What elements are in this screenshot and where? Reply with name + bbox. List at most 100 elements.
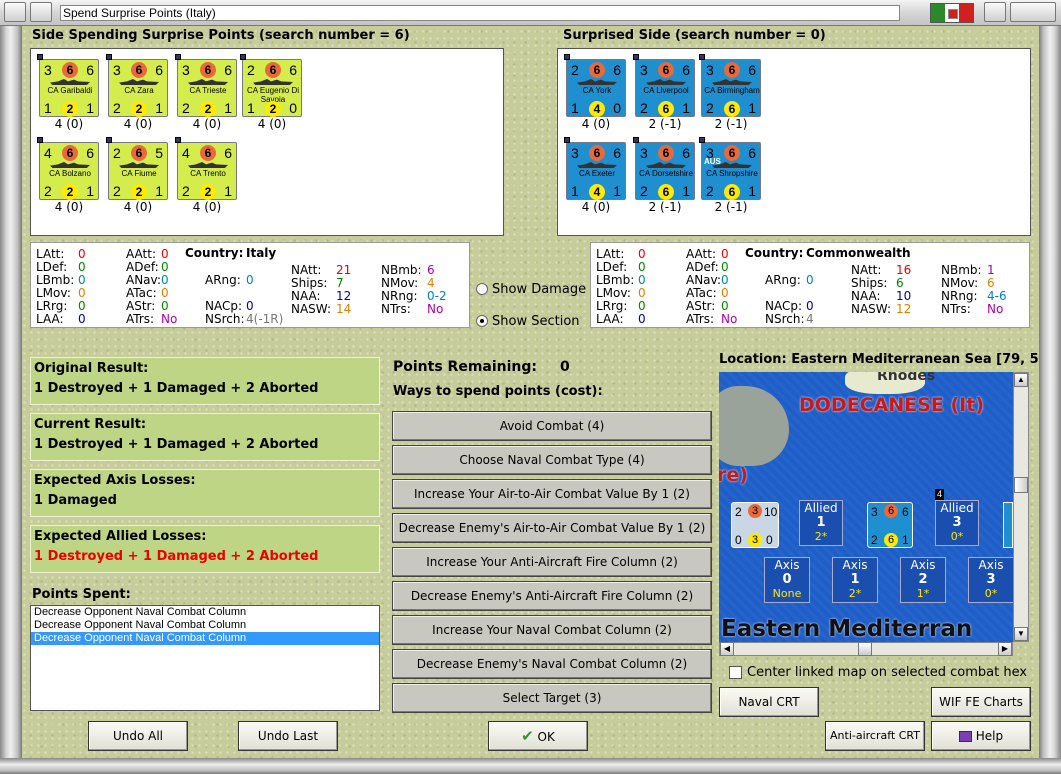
defender-units-box: 2 6 6 CA York 1 4 0 4 (0) 3 6 6 CA Liverpool 2 6 1 2 (-… xyxy=(557,48,1031,236)
unit-counter[interactable]: 3 6 6 CA Zara 2 2 1 xyxy=(106,54,168,117)
decrease-enemy-air-to-air-button[interactable]: Decrease Enemy's Air-to-Air Combat Value… xyxy=(392,513,712,543)
map-horizontal-scrollbar[interactable]: ◀ ▶ xyxy=(719,642,1013,656)
points-remaining-value: 0 xyxy=(560,359,570,375)
undo-all-button[interactable]: Undo All xyxy=(88,721,188,751)
unit-counter[interactable]: 3 6 6 AUS CA Shropshire 2 6 1 xyxy=(699,137,761,200)
help-button[interactable]: Help xyxy=(931,721,1031,751)
unit-strength-label: 4 (0) xyxy=(581,200,611,214)
counter-top-right: 6 xyxy=(748,145,756,161)
unit-counter[interactable]: 2 6 6 CA York 1 4 0 xyxy=(564,54,626,117)
stat-label-ntrs: NTrs: xyxy=(381,302,411,316)
unit-counter[interactable]: 3 6 6 CA Exeter 1 4 1 xyxy=(564,137,626,200)
counter-top-right: 6 xyxy=(748,62,756,78)
minimize-button[interactable] xyxy=(30,2,52,22)
scroll-thumb[interactable] xyxy=(1014,477,1028,493)
increase-aa-fire-button[interactable]: Increase Your Anti-Aircraft Fire Column … xyxy=(392,547,712,577)
map-vertical-scrollbar[interactable]: ▲ ▼ xyxy=(1013,372,1029,642)
scroll-up-arrow-icon[interactable]: ▲ xyxy=(1014,373,1028,387)
naval-crt-button[interactable]: Naval CRT xyxy=(719,687,819,717)
system-menu-button[interactable] xyxy=(4,2,26,22)
checkmark-icon: ✔ xyxy=(521,727,534,745)
allied-section-1[interactable]: Allied 1 2* xyxy=(799,500,843,546)
unit-counter[interactable]: 3 6 6 CA Birmingham 2 6 1 xyxy=(699,54,761,117)
wif-fe-charts-button[interactable]: WIF FE Charts xyxy=(931,687,1031,717)
stat-value-lrrg: 0 xyxy=(78,299,86,313)
list-item[interactable]: Decrease Opponent Naval Combat Column xyxy=(31,606,379,619)
counter-attack-value: 6 xyxy=(62,62,78,78)
scroll-left-arrow-icon[interactable]: ◀ xyxy=(720,642,734,656)
axis-section-3[interactable]: Axis 3 0* xyxy=(968,557,1013,603)
axis-section-1[interactable]: Axis 1 2* xyxy=(832,557,878,603)
counter-bottom-right: 1 xyxy=(748,100,756,116)
unit-counter[interactable]: 3 6 6 CA Dorsetshire 2 6 1 xyxy=(633,137,695,200)
stat-value-atrs: No xyxy=(161,312,178,326)
stat-label-nbmb: NBmb: xyxy=(381,263,422,277)
ok-button[interactable]: ✔ OK xyxy=(488,721,588,751)
axis-section-2[interactable]: Axis 2 1* xyxy=(900,557,946,603)
stat-value-nasw: 12 xyxy=(896,302,912,316)
map-allied-stack[interactable]: 3 6 6 2 6 1 xyxy=(867,502,913,548)
unit-strength-label: 2 (-1) xyxy=(648,117,682,131)
map-stack-partial xyxy=(1003,502,1013,548)
stat-label-ldef: LDef: xyxy=(596,260,628,274)
decrease-enemy-aa-fire-button[interactable]: Decrease Enemy's Anti-Aircraft Fire Colu… xyxy=(392,581,712,611)
window-title: Spend Surprise Points (Italy) xyxy=(60,5,900,21)
points-spent-list[interactable]: Decrease Opponent Naval Combat Column De… xyxy=(30,605,380,711)
unit-strength-label: 2 (-1) xyxy=(648,200,682,214)
center-map-checkbox[interactable] xyxy=(729,666,742,679)
scroll-down-arrow-icon[interactable]: ▼ xyxy=(1014,627,1028,641)
unit-strength-label: 4 (0) xyxy=(123,200,153,214)
unit-counter[interactable]: 4 6 6 CA Trento 2 2 1 xyxy=(175,137,237,200)
stat-label-naa: NAA: xyxy=(291,289,321,303)
map-italian-stack[interactable]: 2 3 10 0 3 0 xyxy=(731,502,779,548)
unit-counter[interactable]: 2 6 5 CA Fiume 2 2 1 xyxy=(106,137,168,200)
stat-value-laa: 0 xyxy=(78,312,86,326)
stat-value-ldef: 0 xyxy=(638,260,646,274)
stat-label-laa: LAA: xyxy=(36,312,64,326)
counter-bottom-left: 2 xyxy=(706,100,714,116)
counter-bottom-right: 1 xyxy=(155,100,163,116)
stat-value-latt: 0 xyxy=(638,247,646,261)
allied-section-3[interactable]: Allied 3 0* xyxy=(935,500,979,546)
h-scroll-thumb[interactable] xyxy=(858,642,872,656)
unit-counter[interactable]: 3 6 6 CA Trieste 2 2 1 xyxy=(175,54,237,117)
show-section-label[interactable]: Show Section xyxy=(492,314,580,329)
close-button[interactable] xyxy=(1010,2,1056,22)
unit-counter[interactable]: 3 6 6 CA Garibaldi 1 2 1 xyxy=(37,54,99,117)
counter-name: CA Liverpool xyxy=(643,86,689,95)
show-section-radio[interactable] xyxy=(476,315,488,327)
list-item[interactable]: Decrease Opponent Naval Combat Column xyxy=(31,632,379,645)
restore-button[interactable] xyxy=(984,2,1006,22)
counter-bottom-left: 1 xyxy=(571,183,579,199)
counter-defense-value: 6 xyxy=(658,101,674,117)
show-damage-label[interactable]: Show Damage xyxy=(492,282,586,297)
list-item[interactable]: Decrease Opponent Naval Combat Column xyxy=(31,619,379,632)
stat-value-naa: 12 xyxy=(336,289,352,303)
increase-air-to-air-button[interactable]: Increase Your Air-to-Air Combat Value By… xyxy=(392,479,712,509)
counter-bottom-right: 1 xyxy=(682,100,690,116)
stat-value-nmov: 6 xyxy=(987,276,995,290)
choose-naval-combat-type-button[interactable]: Choose Naval Combat Type (4) xyxy=(392,445,712,475)
counter-name: CA Fiume xyxy=(121,169,157,178)
unit-counter[interactable]: 2 6 6 CA Eugenio Di Savoia 1 2 0 xyxy=(240,54,302,117)
anti-aircraft-crt-button[interactable]: Anti-aircraft CRT xyxy=(825,721,925,751)
avoid-combat-button[interactable]: Avoid Combat (4) xyxy=(392,411,712,441)
undo-last-button[interactable]: Undo Last xyxy=(238,721,338,751)
expected-axis-losses-value: 1 Damaged xyxy=(34,493,117,508)
counter-defense-value: 2 xyxy=(265,101,281,117)
show-damage-radio[interactable] xyxy=(476,283,488,295)
unit-counter[interactable]: 3 6 6 CA Liverpool 2 6 1 xyxy=(633,54,695,117)
unit-counter[interactable]: 4 6 6 CA Bolzano 2 2 1 xyxy=(37,137,99,200)
select-target-button[interactable]: Select Target (3) xyxy=(392,683,712,713)
stat-value-nacp: 0 xyxy=(806,299,814,313)
decrease-enemy-naval-combat-column-button[interactable]: Decrease Enemy's Naval Combat Column (2) xyxy=(392,649,712,679)
scroll-right-arrow-icon[interactable]: ▶ xyxy=(998,642,1012,656)
center-map-label[interactable]: Center linked map on selected combat hex xyxy=(747,665,1027,680)
stat-label-lmov: LMov: xyxy=(36,286,71,300)
linked-map[interactable]: Rhodes DODECANESE (It) re) 2 3 10 0 3 0 … xyxy=(719,372,1013,642)
counter-name: CA Shropshire xyxy=(706,169,758,178)
stat-label-nrng: NRng: xyxy=(941,289,978,303)
axis-section-0[interactable]: Axis 0 None xyxy=(764,557,810,603)
increase-naval-combat-column-button[interactable]: Increase Your Naval Combat Column (2) xyxy=(392,615,712,645)
stat-value-atac: 0 xyxy=(721,286,729,300)
